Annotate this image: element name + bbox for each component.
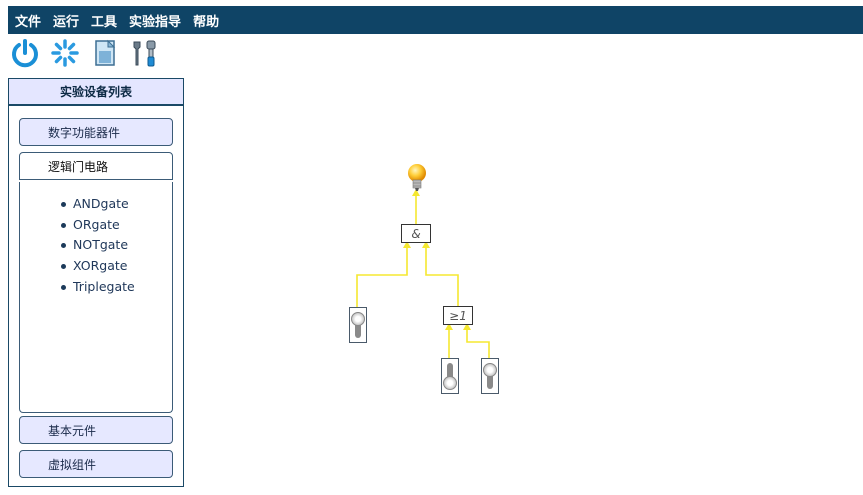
toggle-switch-2[interactable] <box>441 358 459 394</box>
power-icon <box>12 39 38 68</box>
category-virtual-components[interactable]: 虚拟组件 <box>19 450 173 478</box>
list-item-andgate[interactable]: ANDgate <box>61 194 172 215</box>
or-gate[interactable]: ≥1 <box>443 306 473 325</box>
light-bulb-icon[interactable] <box>406 163 428 193</box>
menu-tools[interactable]: 工具 <box>91 11 117 30</box>
logic-gate-list: ANDgate ORgate NOTgate XORgate Triplegat… <box>19 182 173 413</box>
wire-or-to-and <box>425 244 459 306</box>
toolbar <box>8 38 168 68</box>
switch-knob <box>351 312 365 326</box>
tools-icon <box>133 40 156 67</box>
toggle-switch-1[interactable] <box>349 307 367 343</box>
switch-knob <box>483 363 497 377</box>
toggle-switch-3[interactable] <box>481 358 499 394</box>
category-logic-gate-circuits[interactable]: 逻辑门电路 <box>19 152 173 180</box>
list-item-orgate[interactable]: ORgate <box>61 215 172 236</box>
wire-switch3-to-or <box>466 326 490 358</box>
list-item-notgate[interactable]: NOTgate <box>61 235 172 256</box>
loading-spinner-icon <box>51 39 79 67</box>
category-digital-function-devices[interactable]: 数字功能器件 <box>19 118 173 146</box>
menu-run[interactable]: 运行 <box>53 11 79 30</box>
panel-title: 实验设备列表 <box>9 79 183 106</box>
document-icon <box>95 39 116 66</box>
category-basic-components[interactable]: 基本元件 <box>19 416 173 444</box>
reset-button[interactable] <box>48 38 82 68</box>
and-gate[interactable]: & <box>401 224 431 243</box>
document-button[interactable] <box>88 38 122 68</box>
menu-experiment-guide[interactable]: 实验指导 <box>129 11 181 30</box>
list-item-xorgate[interactable]: XORgate <box>61 256 172 277</box>
list-item-triplegate[interactable]: Triplegate <box>61 277 172 298</box>
menu-bar: 文件 运行 工具 实验指导 帮助 <box>8 6 863 34</box>
equipment-list-panel: 实验设备列表 数字功能器件 逻辑门电路 ANDgate ORgate NOTga… <box>8 78 184 487</box>
tools-button[interactable] <box>128 38 162 68</box>
menu-help[interactable]: 帮助 <box>193 11 219 30</box>
power-button[interactable] <box>8 38 42 68</box>
wire-switch1-to-and <box>356 244 408 307</box>
menu-file[interactable]: 文件 <box>15 11 41 30</box>
switch-knob <box>443 376 457 390</box>
